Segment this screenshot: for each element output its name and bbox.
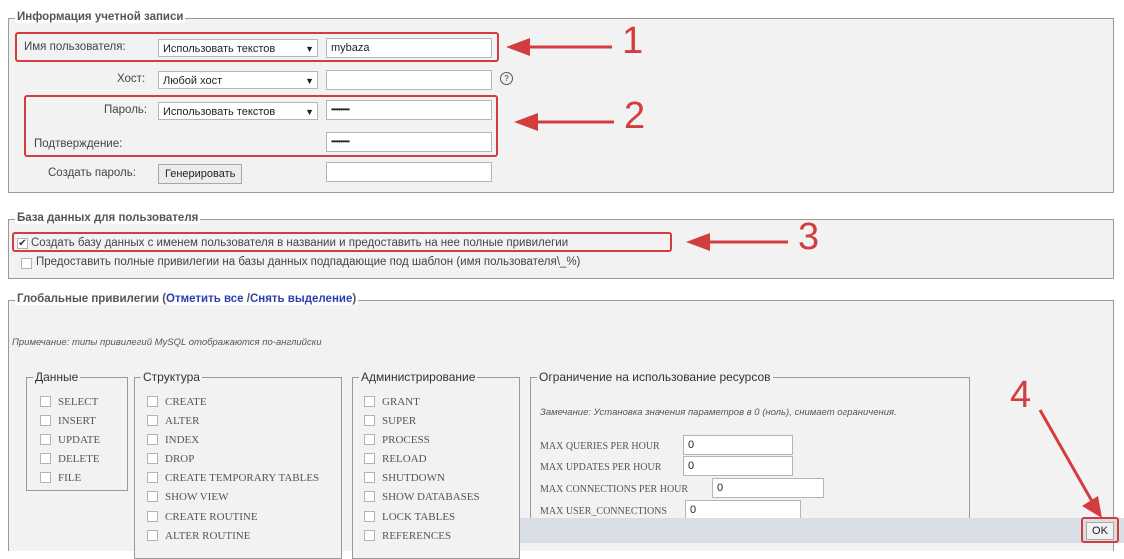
arrow-1-head-icon (506, 38, 530, 56)
arrow-2-head-icon (514, 113, 538, 131)
arrow-4-icon (1038, 409, 1095, 504)
arrow-3-head-icon (686, 233, 710, 251)
annotation-number-1: 1 (622, 20, 644, 62)
annotation-arrows (506, 38, 1102, 518)
annotation-number-3: 3 (798, 216, 820, 258)
annotation-number-4: 4 (1010, 374, 1032, 416)
annotation-number-2: 2 (624, 95, 646, 137)
